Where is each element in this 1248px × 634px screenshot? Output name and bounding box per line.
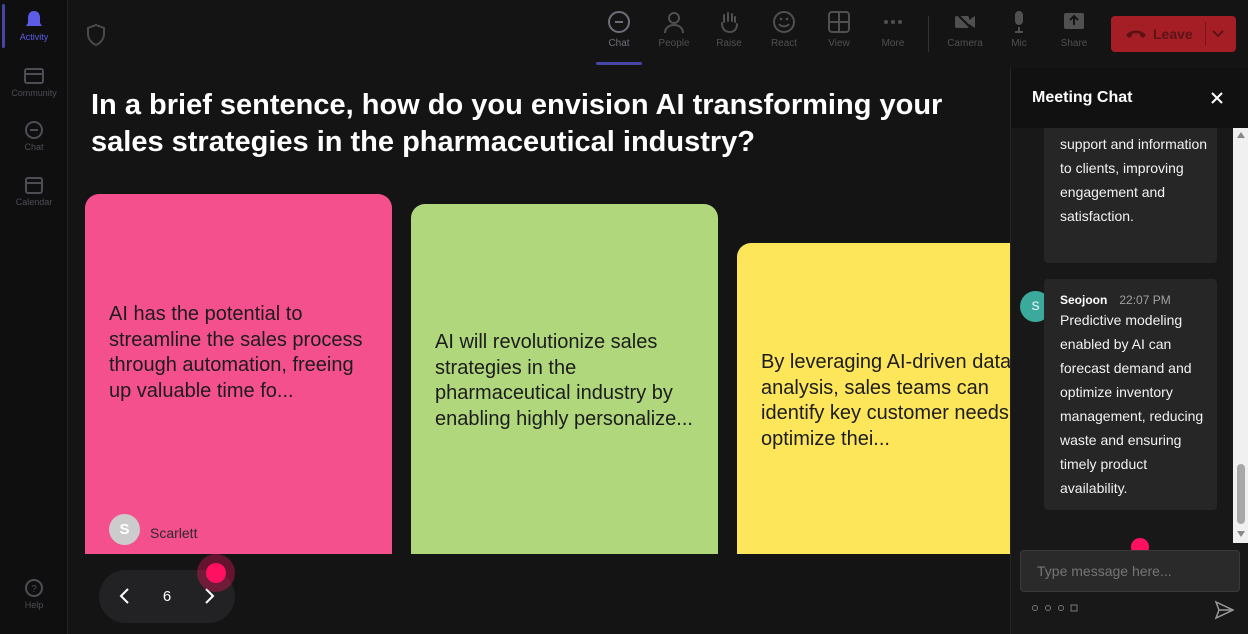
response-card[interactable]: AI will revolutionize sales strategies i… xyxy=(411,204,718,554)
raise-hand-icon xyxy=(721,12,738,34)
svg-text:?: ? xyxy=(31,584,37,595)
message-list: support and information to clients, impr… xyxy=(1011,128,1233,543)
view-control-label: View xyxy=(828,38,850,49)
chat-control-label: Chat xyxy=(608,38,630,49)
rail-item-community[interactable]: Community xyxy=(0,66,68,98)
rail-label-community: Community xyxy=(11,88,57,98)
mic-icon xyxy=(1015,11,1023,33)
people-icon xyxy=(664,12,684,34)
toolbar-divider xyxy=(928,16,929,52)
chat-message: Seojoon 22:07 PM Predictive modeling enab… xyxy=(1044,279,1217,510)
card-text: AI has the potential to streamline the s… xyxy=(109,303,363,402)
cursor-dot xyxy=(206,563,226,583)
rail-label-calendar: Calendar xyxy=(15,197,53,207)
chat-header: Meeting Chat xyxy=(1011,68,1248,128)
rail-item-chat[interactable]: Chat xyxy=(0,120,68,152)
meeting-chat-panel: Meeting Chat support and information to … xyxy=(1010,68,1248,634)
scroll-thumb[interactable] xyxy=(1237,464,1245,524)
chat-message: support and information to clients, impr… xyxy=(1044,128,1217,263)
message-time: 22:07 PM xyxy=(1119,293,1171,307)
chat-scrollbar[interactable] xyxy=(1233,128,1248,543)
scroll-down-arrow[interactable] xyxy=(1237,531,1245,537)
close-icon[interactable] xyxy=(1209,90,1225,106)
shield-icon[interactable] xyxy=(86,24,106,46)
rail-label-help: Help xyxy=(24,600,44,610)
rail-label-activity: Activity xyxy=(19,32,49,42)
card-text: AI will revolutionize sales strategies i… xyxy=(435,331,693,430)
share-icon xyxy=(1064,13,1084,29)
share-control[interactable]: Share xyxy=(1051,10,1097,49)
top-bar: Chat People Raise React View More Camera xyxy=(68,0,1248,68)
format-toolbar[interactable] xyxy=(1031,602,1101,614)
smile-icon xyxy=(773,11,795,33)
message-input[interactable] xyxy=(1020,550,1240,592)
share-control-label: Share xyxy=(1060,38,1088,49)
community-icon xyxy=(24,68,44,84)
mic-control[interactable]: Mic xyxy=(996,10,1042,49)
chat-title: Meeting Chat xyxy=(1032,89,1133,106)
card-text: By leveraging AI-driven data analysis, s… xyxy=(761,351,1010,450)
chat-icon xyxy=(25,121,43,139)
camera-control-label: Camera xyxy=(947,38,983,49)
avatar: S xyxy=(109,514,140,545)
phone-hangup-icon xyxy=(1126,30,1146,38)
scroll-up-arrow[interactable] xyxy=(1237,132,1245,138)
camera-control[interactable]: Camera xyxy=(942,10,988,49)
rail-item-activity[interactable]: Activity xyxy=(0,10,68,42)
question-title: In a brief sentence, how do you envision… xyxy=(91,89,943,158)
active-tab-indicator xyxy=(596,62,642,65)
more-control[interactable]: More xyxy=(870,10,916,49)
mic-control-label: Mic xyxy=(1011,38,1027,49)
react-control[interactable]: React xyxy=(761,10,807,49)
message-author: Seojoon xyxy=(1060,293,1108,307)
bell-icon xyxy=(26,11,42,26)
left-rail: Activity Community Chat Calendar ? Help xyxy=(0,0,68,634)
calendar-icon xyxy=(25,177,43,194)
meeting-app: Activity Community Chat Calendar ? Help … xyxy=(0,0,1248,634)
response-card[interactable]: By leveraging AI-driven data analysis, s… xyxy=(737,243,1010,554)
chat-control[interactable]: Chat xyxy=(596,10,642,49)
people-control[interactable]: People xyxy=(651,10,697,49)
raise-hand-control-label: Raise xyxy=(716,38,742,49)
author-name: Scarlett xyxy=(150,525,198,541)
leave-separator xyxy=(1205,22,1206,46)
camera-off-icon xyxy=(955,12,975,32)
send-icon[interactable] xyxy=(1214,600,1234,620)
grid-icon xyxy=(828,11,850,33)
more-control-label: More xyxy=(881,38,905,49)
leave-button[interactable]: Leave xyxy=(1111,16,1236,52)
rail-item-help[interactable]: ? Help xyxy=(0,578,68,610)
view-control[interactable]: View xyxy=(816,10,862,49)
format-icons[interactable] xyxy=(1031,602,1101,614)
react-control-label: React xyxy=(770,38,798,49)
leave-label: Leave xyxy=(1153,26,1193,42)
chat-icon xyxy=(608,11,630,33)
rail-item-calendar[interactable]: Calendar xyxy=(0,175,68,207)
rail-label-chat: Chat xyxy=(24,142,44,152)
raise-hand-control[interactable]: Raise xyxy=(706,10,752,49)
presentation-stage: In a brief sentence, how do you envision… xyxy=(68,68,1010,634)
page-number: 6 xyxy=(162,588,172,605)
message-text: support and information to clients, impr… xyxy=(1060,136,1208,224)
more-icon xyxy=(884,20,902,24)
help-icon: ? xyxy=(25,579,43,597)
message-text: Predictive modeling enabled by AI can fo… xyxy=(1060,312,1204,496)
chevron-left-icon[interactable] xyxy=(115,586,135,606)
people-control-label: People xyxy=(658,38,690,49)
chevron-down-icon[interactable] xyxy=(1211,28,1225,40)
response-card[interactable]: AI has the potential to streamline the s… xyxy=(85,194,392,554)
